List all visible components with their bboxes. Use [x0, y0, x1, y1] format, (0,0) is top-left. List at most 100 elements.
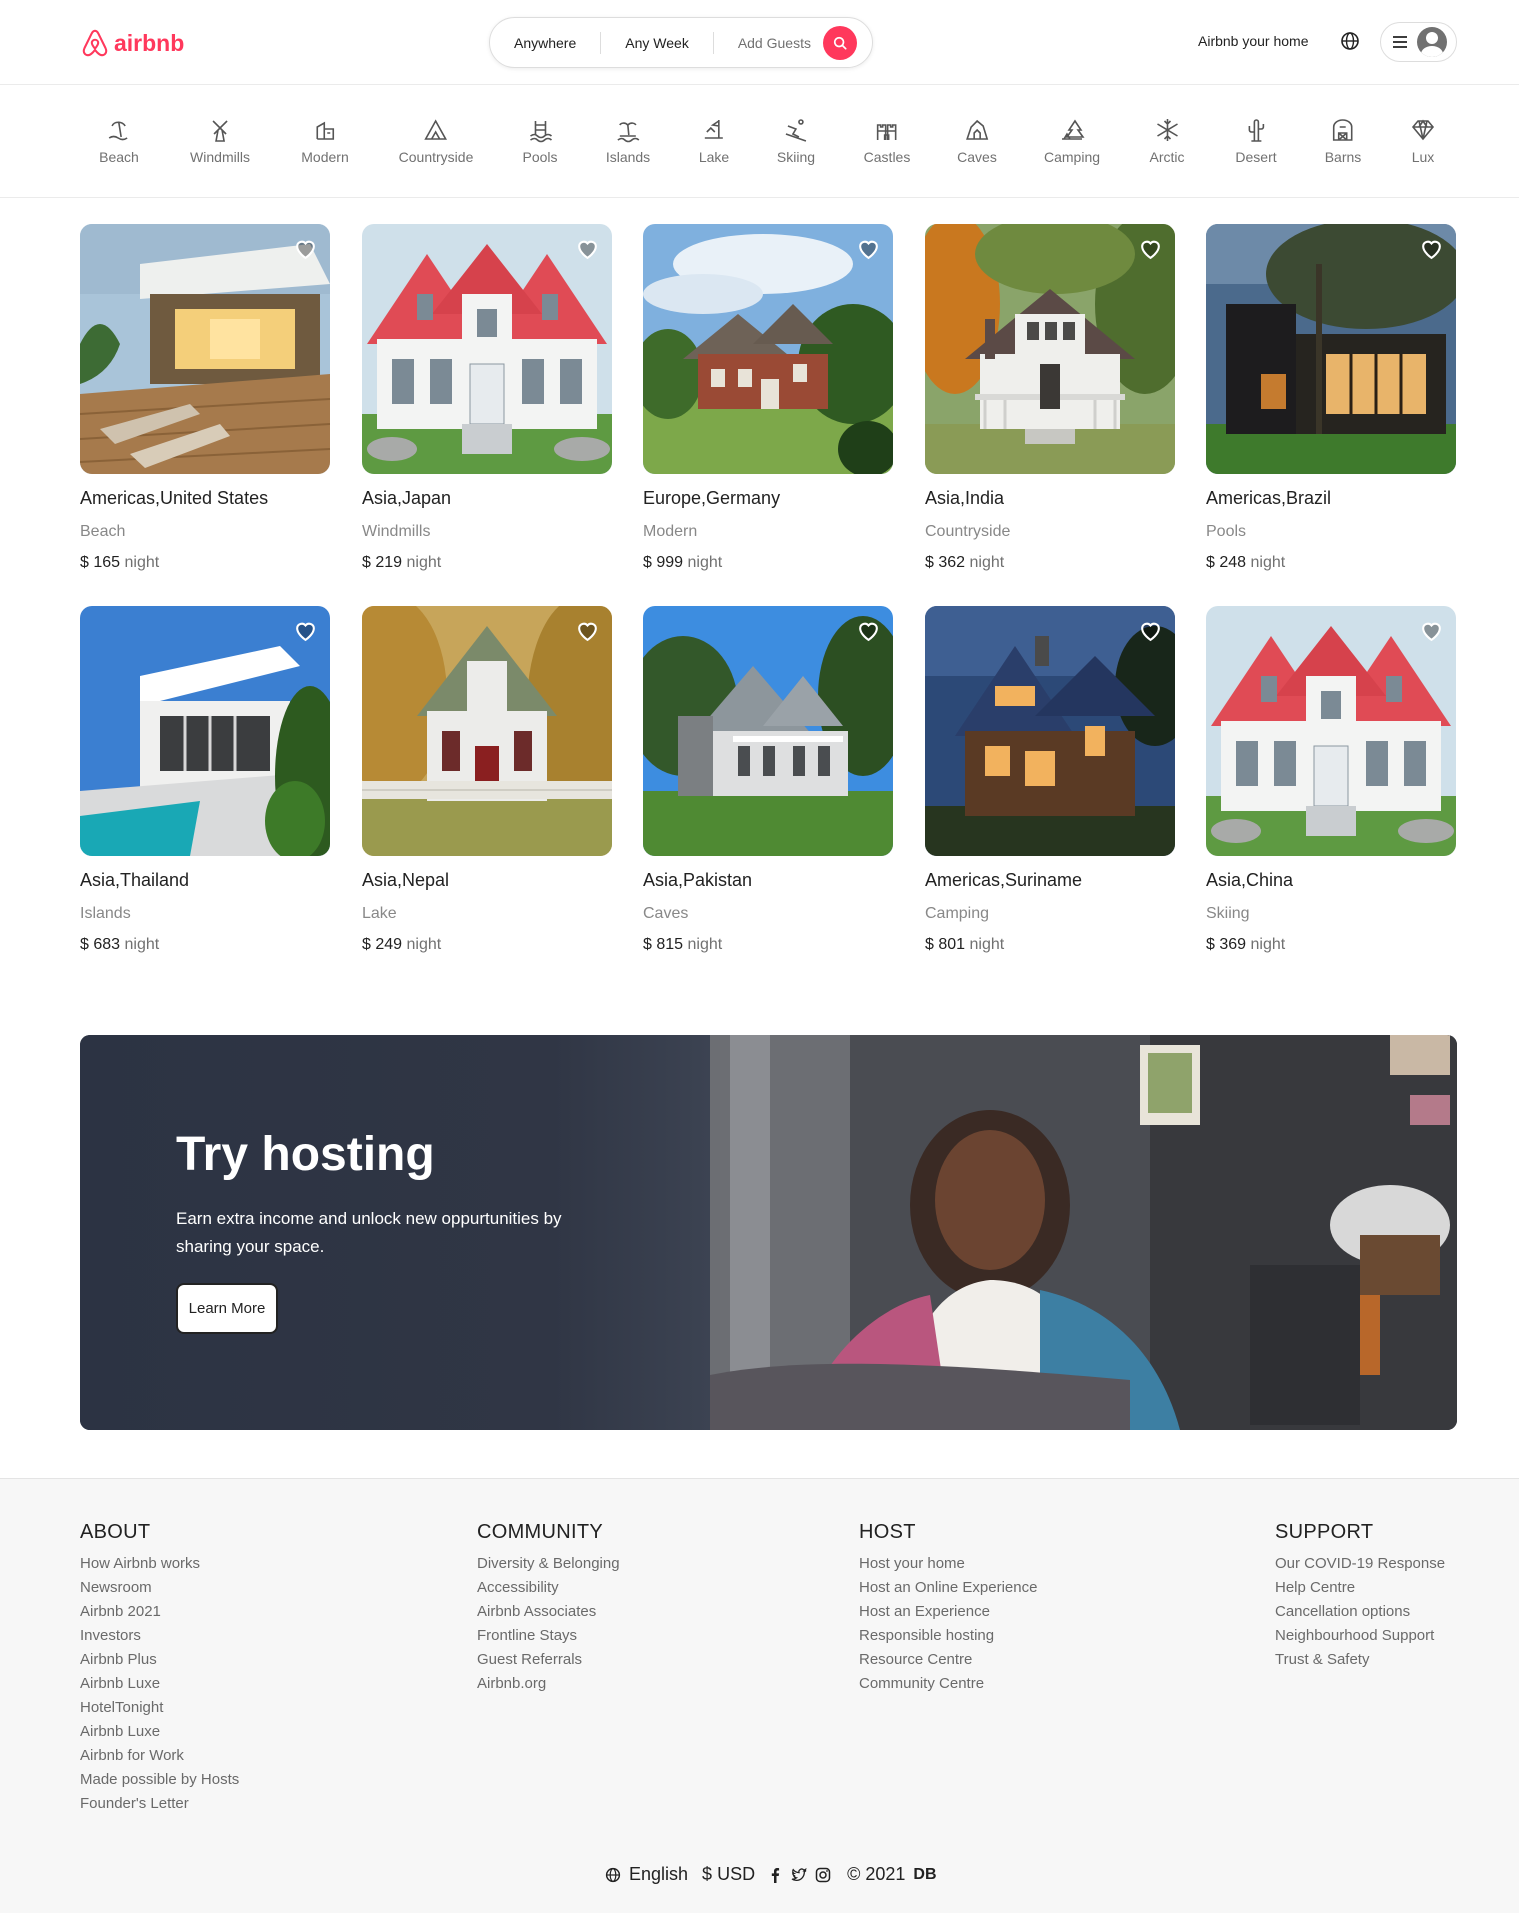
- listing-type: Modern: [643, 523, 698, 540]
- listing-photo[interactable]: [643, 224, 893, 474]
- heart-icon[interactable]: [856, 236, 881, 261]
- footer-link[interactable]: How Airbnb works: [80, 1552, 239, 1576]
- category-label: Lux: [1411, 149, 1435, 165]
- banner-photo: [710, 1035, 1457, 1430]
- category-castles[interactable]: Castles: [864, 117, 910, 165]
- footer-link[interactable]: Host an Online Experience: [859, 1576, 1037, 1600]
- footer-column-about: ABOUT How Airbnb works Newsroom Airbnb 2…: [80, 1521, 239, 1816]
- search-anywhere[interactable]: Anywhere: [490, 31, 602, 54]
- footer-link[interactable]: Our COVID-19 Response: [1275, 1552, 1445, 1576]
- price-amount: $ 165: [80, 554, 121, 571]
- category-camping[interactable]: Camping: [1044, 117, 1100, 165]
- footer-link[interactable]: Made possible by Hosts: [80, 1768, 239, 1792]
- search-add-guests[interactable]: Add Guests: [714, 32, 823, 54]
- search-button[interactable]: [822, 25, 857, 60]
- footer-link[interactable]: Airbnb Luxe: [80, 1672, 239, 1696]
- category-lake[interactable]: Lake: [699, 117, 729, 165]
- listing-card[interactable]: Europe,Germany Modern $ 999 night: [643, 224, 893, 572]
- search-any-week[interactable]: Any Week: [601, 31, 714, 54]
- heart-icon[interactable]: [1138, 618, 1163, 643]
- globe-icon: [605, 1867, 621, 1882]
- category-barns[interactable]: Barns: [1325, 117, 1361, 165]
- footer-link[interactable]: Airbnb 2021: [80, 1600, 239, 1624]
- category-lux[interactable]: Lux: [1410, 117, 1436, 165]
- heart-icon[interactable]: [575, 618, 600, 643]
- category-caves[interactable]: Caves: [957, 117, 997, 165]
- heart-icon[interactable]: [1419, 236, 1444, 261]
- heart-icon[interactable]: [293, 618, 318, 643]
- footer-link[interactable]: Airbnb.org: [477, 1672, 620, 1696]
- footer-link[interactable]: Host your home: [859, 1552, 1037, 1576]
- footer-link[interactable]: Help Centre: [1275, 1576, 1445, 1600]
- footer-link[interactable]: HotelTonight: [80, 1696, 239, 1720]
- listing-photo[interactable]: [925, 224, 1175, 474]
- footer-link[interactable]: Newsroom: [80, 1576, 239, 1600]
- category-modern[interactable]: Modern: [301, 117, 349, 165]
- footer-link[interactable]: Accessibility: [477, 1576, 620, 1600]
- currency-selector[interactable]: $ USD: [702, 1864, 755, 1885]
- listing-card[interactable]: Americas,United States Beach $ 165 night: [80, 224, 330, 572]
- heart-icon[interactable]: [575, 236, 600, 261]
- footer-link[interactable]: Airbnb Associates: [477, 1600, 620, 1624]
- footer-link[interactable]: Cancellation options: [1275, 1600, 1445, 1624]
- category-desert[interactable]: Desert: [1235, 117, 1277, 165]
- footer-link[interactable]: Host an Experience: [859, 1600, 1037, 1624]
- airbnb-your-home-link[interactable]: Airbnb your home: [1198, 33, 1309, 49]
- footer-link[interactable]: Investors: [80, 1624, 239, 1648]
- heart-icon[interactable]: [856, 618, 881, 643]
- footer-link[interactable]: Diversity & Belonging: [477, 1552, 620, 1576]
- facebook-icon[interactable]: [767, 1867, 783, 1883]
- category-islands[interactable]: Islands: [606, 117, 650, 165]
- listing-photo[interactable]: [80, 606, 330, 856]
- footer-link[interactable]: Resource Centre: [859, 1648, 1037, 1672]
- listing-photo[interactable]: [1206, 606, 1456, 856]
- heart-icon[interactable]: [1138, 236, 1163, 261]
- footer-link[interactable]: Airbnb for Work: [80, 1744, 239, 1768]
- listing-card[interactable]: Asia,India Countryside $ 362 night: [925, 224, 1175, 572]
- category-windmills[interactable]: Windmills: [190, 117, 250, 165]
- listing-photo[interactable]: [80, 224, 330, 474]
- footer-link[interactable]: Trust & Safety: [1275, 1648, 1445, 1672]
- instagram-icon[interactable]: [815, 1867, 831, 1883]
- globe-icon[interactable]: [1340, 31, 1360, 51]
- price-amount: $ 683: [80, 936, 121, 953]
- listing-photo[interactable]: [362, 606, 612, 856]
- listing-price: $ 683 night: [80, 936, 330, 954]
- listing-photo[interactable]: [1206, 224, 1456, 474]
- listing-card[interactable]: Asia,Thailand Islands $ 683 night: [80, 606, 330, 954]
- listing-photo[interactable]: [925, 606, 1175, 856]
- category-beach[interactable]: Beach: [99, 117, 139, 165]
- footer-link[interactable]: Airbnb Plus: [80, 1648, 239, 1672]
- category-arctic[interactable]: Arctic: [1150, 117, 1185, 165]
- airbnb-logo[interactable]: airbnb: [80, 27, 184, 59]
- listing-card[interactable]: Americas,Suriname Camping $ 801 night: [925, 606, 1175, 954]
- footer-link[interactable]: Founder's Letter: [80, 1792, 239, 1816]
- footer-link[interactable]: Frontline Stays: [477, 1624, 620, 1648]
- footer-link[interactable]: Responsible hosting: [859, 1624, 1037, 1648]
- brand-name: airbnb: [114, 29, 185, 56]
- learn-more-button[interactable]: Learn More: [176, 1283, 278, 1334]
- listing-photo[interactable]: [643, 606, 893, 856]
- category-countryside[interactable]: Countryside: [399, 117, 473, 165]
- listing-photo[interactable]: [362, 224, 612, 474]
- twitter-icon[interactable]: [791, 1867, 807, 1883]
- footer-link[interactable]: Guest Referrals: [477, 1648, 620, 1672]
- cave-icon: [965, 119, 989, 140]
- heart-icon[interactable]: [293, 236, 318, 261]
- heart-icon[interactable]: [1419, 618, 1444, 643]
- listing-card[interactable]: Americas,Brazil Pools $ 248 night: [1206, 224, 1456, 572]
- listing-card[interactable]: Asia,Nepal Lake $ 249 night: [362, 606, 612, 954]
- footer-link[interactable]: Neighbourhood Support: [1275, 1624, 1445, 1648]
- listing-card[interactable]: Asia,Japan Windmills $ 219 night: [362, 224, 612, 572]
- camping-icon: [1062, 119, 1085, 140]
- category-skiing[interactable]: Skiing: [777, 117, 815, 165]
- language-selector[interactable]: English: [629, 1864, 688, 1885]
- user-menu-button[interactable]: [1380, 22, 1457, 62]
- footer-link[interactable]: Community Centre: [859, 1672, 1037, 1696]
- host-photo: [710, 1035, 1457, 1430]
- listing-card[interactable]: Asia,Pakistan Caves $ 815 night: [643, 606, 893, 954]
- footer-link[interactable]: Airbnb Luxe: [80, 1720, 239, 1744]
- search-bar[interactable]: Anywhere Any Week Add Guests: [489, 17, 873, 68]
- category-pools[interactable]: Pools: [522, 117, 558, 165]
- listing-card[interactable]: Asia,China Skiing $ 369 night: [1206, 606, 1456, 954]
